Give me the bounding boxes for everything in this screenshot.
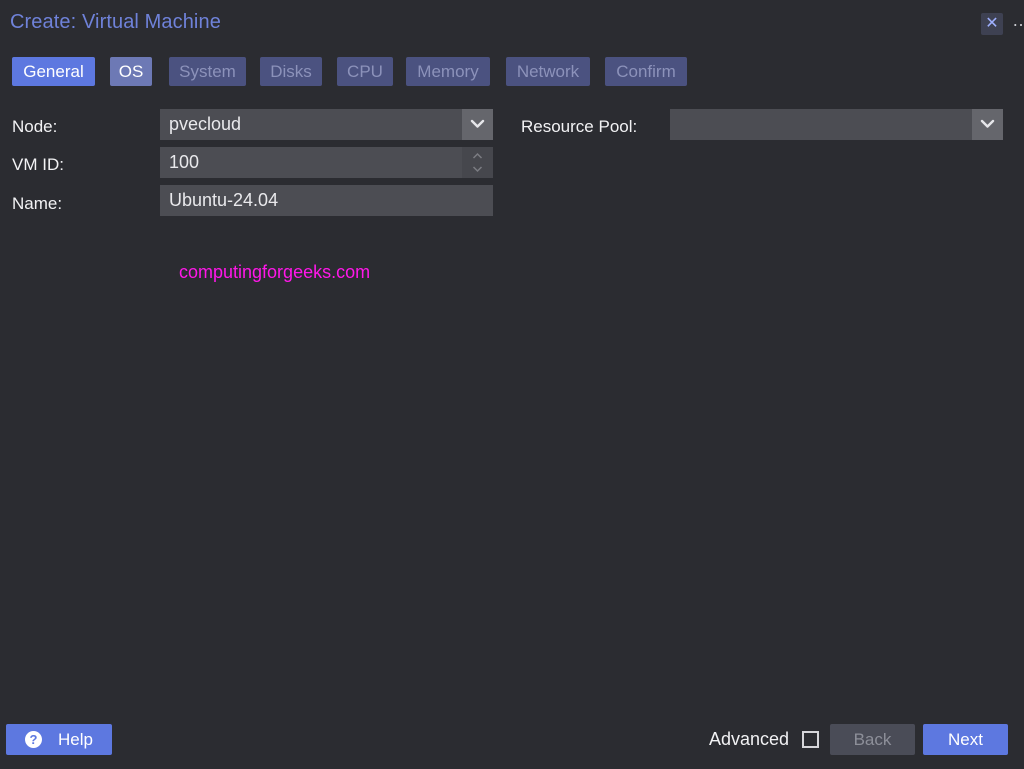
chevron-down-icon [470,119,485,128]
help-circle-icon: ? [25,731,42,748]
tab-confirm[interactable]: Confirm [605,57,687,86]
tab-os[interactable]: OS [110,57,152,86]
resource-pool-label: Resource Pool: [521,117,638,136]
name-input[interactable] [160,185,493,216]
advanced-label: Advanced [709,729,790,749]
close-icon: ✕ [985,15,999,32]
tab-disks[interactable]: Disks [260,57,322,86]
node-dropdown-button[interactable] [462,109,493,140]
tab-network[interactable]: Network [506,57,590,86]
spinner-arrows-icon [472,152,483,173]
more-icon[interactable]: … [1012,10,1024,30]
help-button-label: Help [58,730,93,749]
vmid-label: VM ID: [12,155,64,174]
watermark-text: computingforgeeks.com [179,262,371,282]
name-label: Name: [12,194,63,213]
close-button[interactable]: ✕ [981,13,1003,35]
resource-pool-select[interactable] [670,109,972,140]
node-label: Node: [12,117,58,136]
dialog-title: Create: Virtual Machine [10,11,221,33]
tab-system[interactable]: System [169,57,246,86]
chevron-down-icon [980,119,995,128]
tab-general[interactable]: General [12,57,95,86]
vmid-spinner[interactable] [462,147,493,178]
node-select[interactable]: pvecloud [160,109,462,140]
back-button[interactable]: Back [830,724,915,755]
tab-memory[interactable]: Memory [406,57,490,86]
help-button[interactable]: ? Help [6,724,112,755]
resource-pool-dropdown-button[interactable] [972,109,1003,140]
next-button[interactable]: Next [923,724,1008,755]
vmid-input[interactable] [160,147,462,178]
tab-cpu[interactable]: CPU [337,57,393,86]
advanced-checkbox[interactable] [802,731,819,748]
create-vm-dialog: Create: Virtual Machine ✕ … General OS S… [0,0,1024,769]
